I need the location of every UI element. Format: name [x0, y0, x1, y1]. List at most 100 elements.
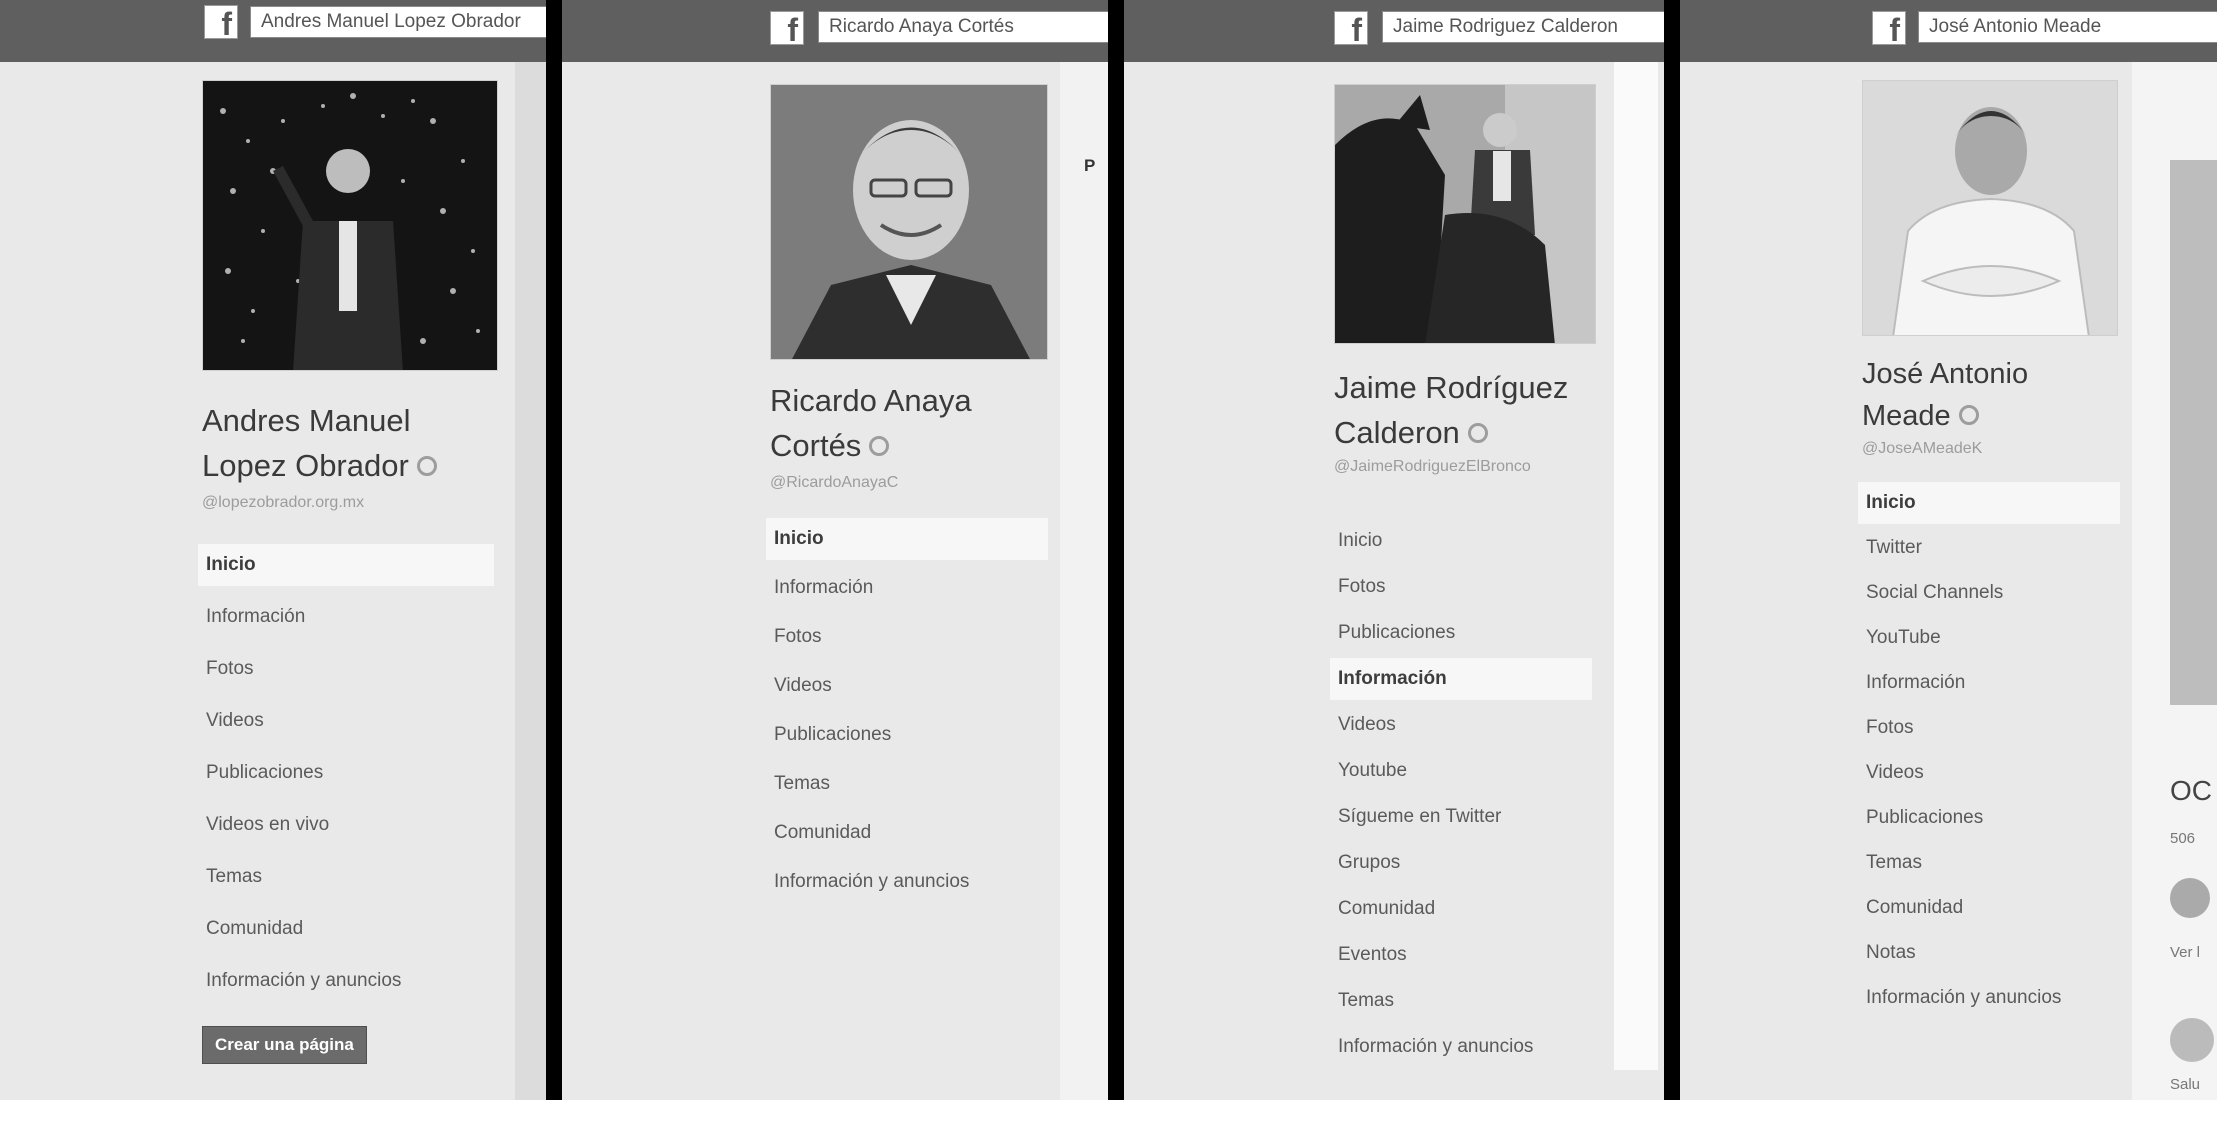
menu-item-inicio[interactable]: Inicio [1330, 520, 1382, 562]
panel-divider [1108, 0, 1124, 1100]
content-column-label: P [1084, 156, 1096, 175]
page-title-line2: Lopez Obrador [202, 443, 437, 488]
page-title: Jaime Rodríguez Calderon [1334, 365, 1568, 455]
menu-item-publicaciones[interactable]: Publicaciones [1858, 797, 1983, 839]
menu-item-comunidad[interactable]: Comunidad [198, 908, 303, 950]
menu-item-videos[interactable]: Videos [766, 665, 832, 707]
profile-panel-meade: f José Antonio Meade OC 506 Ver l Salu J… [1680, 0, 2217, 1100]
search-input[interactable]: Andres Manuel Lopez Obrador [250, 6, 546, 38]
content-link[interactable]: Ver l [2170, 944, 2200, 961]
facebook-top-bar: f Andres Manuel Lopez Obrador [0, 0, 546, 62]
menu-item-fotos[interactable]: Fotos [1858, 707, 1914, 749]
page-handle[interactable]: @RicardoAnayaC [770, 472, 898, 494]
menu-item-informacion-y-anuncios[interactable]: Información y anuncios [198, 960, 401, 1002]
menu-item-comunidad[interactable]: Comunidad [1330, 888, 1435, 930]
page-title: José Antonio Meade [1862, 353, 2028, 437]
menu-item-informacion-y-anuncios[interactable]: Información y anuncios [766, 861, 969, 903]
page-title: Ricardo Anaya Cortés [770, 378, 972, 468]
menu-item-informacion[interactable]: Información [1858, 662, 1965, 704]
page-title-line2: Meade [1862, 395, 2028, 437]
menu-item-temas[interactable]: Temas [766, 763, 830, 805]
create-page-button[interactable]: Crear una página [202, 1026, 367, 1064]
page-title-line1: Ricardo Anaya [770, 383, 972, 418]
menu-item-informacion[interactable]: Información [198, 596, 305, 638]
profile-photo[interactable] [770, 84, 1048, 360]
menu-item-social-channels[interactable]: Social Channels [1858, 572, 2003, 614]
page-handle[interactable]: @JaimeRodriguezElBronco [1334, 456, 1589, 478]
content-heading: OC [2170, 775, 2212, 806]
horse-rider-image [1335, 85, 1595, 343]
menu-item-comunidad[interactable]: Comunidad [766, 812, 871, 854]
content-column-edge [515, 62, 546, 1100]
menu-item-inicio[interactable]: Inicio [198, 544, 494, 586]
content-column [1060, 62, 1108, 1100]
profile-photo[interactable] [202, 80, 498, 371]
verified-badge-icon [1958, 405, 1979, 426]
menu-item-notas[interactable]: Notas [1858, 932, 1916, 974]
menu-item-fotos[interactable]: Fotos [1330, 566, 1386, 608]
profile-photo[interactable] [1862, 80, 2118, 336]
menu-item-comunidad[interactable]: Comunidad [1858, 887, 1963, 929]
search-input[interactable]: José Antonio Meade [1918, 11, 2217, 43]
menu-item-youtube[interactable]: Youtube [1330, 750, 1407, 792]
facebook-logo-icon[interactable]: f [204, 5, 238, 40]
content-column [1614, 62, 1658, 1070]
page-title: Andres Manuel Lopez Obrador [202, 398, 437, 488]
menu-item-publicaciones[interactable]: Publicaciones [198, 752, 323, 794]
menu-item-fotos[interactable]: Fotos [766, 616, 822, 658]
facebook-top-bar: f José Antonio Meade [1680, 0, 2217, 62]
page-title-line1: Andres Manuel [202, 403, 411, 438]
menu-item-publicaciones[interactable]: Publicaciones [1330, 612, 1455, 654]
page-title-line1: Jaime Rodríguez [1334, 370, 1569, 405]
profile-panel-rodriguez: f Jaime Rodriguez Calderon Jaime Rodrígu… [1124, 0, 1664, 1100]
menu-item-videos[interactable]: Videos [1330, 704, 1396, 746]
facebook-top-bar: f Ricardo Anaya Cortés [562, 0, 1108, 62]
verified-badge-icon [1467, 422, 1488, 443]
portrait-image [1863, 81, 2117, 335]
menu-item-youtube[interactable]: YouTube [1858, 617, 1941, 659]
menu-item-temas[interactable]: Temas [1330, 980, 1394, 1022]
profile-panel-lopez-obrador: f Andres Manuel Lopez Obrador Andres Man… [0, 0, 546, 1100]
profile-panel-anaya: f Ricardo Anaya Cortés P Ricardo Anaya C… [562, 0, 1108, 1100]
verified-badge-icon [416, 455, 437, 476]
panel-divider [546, 0, 562, 1100]
content-text: Salu [2170, 1076, 2201, 1093]
page-title-line1: José Antonio [1862, 358, 2029, 390]
menu-item-fotos[interactable]: Fotos [198, 648, 254, 690]
menu-item-temas[interactable]: Temas [1858, 842, 1922, 884]
facebook-logo-icon[interactable]: f [1872, 11, 1906, 46]
menu-item-videos-en-vivo[interactable]: Videos en vivo [198, 804, 329, 846]
portrait-image [771, 85, 1047, 359]
search-input[interactable]: Ricardo Anaya Cortés [818, 11, 1108, 43]
panel-divider [1664, 0, 1680, 1100]
content-count: 506 [2170, 830, 2196, 847]
confetti-stage-image [203, 81, 497, 370]
menu-item-eventos[interactable]: Eventos [1330, 934, 1407, 976]
menu-item-informacion-y-anuncios[interactable]: Información y anuncios [1858, 977, 2061, 1019]
menu-item-informacion[interactable]: Información [1330, 658, 1592, 700]
facebook-logo-icon[interactable]: f [770, 11, 804, 46]
menu-item-twitter[interactable]: Twitter [1858, 527, 1922, 569]
profile-photo[interactable] [1334, 84, 1596, 344]
content-avatar [2170, 878, 2210, 918]
menu-item-temas[interactable]: Temas [198, 856, 262, 898]
menu-item-publicaciones[interactable]: Publicaciones [766, 714, 891, 756]
page-title-line2: Calderon [1334, 410, 1568, 455]
menu-item-informacion-y-anuncios[interactable]: Información y anuncios [1330, 1026, 1533, 1068]
facebook-logo-icon[interactable]: f [1334, 11, 1368, 46]
menu-item-inicio[interactable]: Inicio [766, 518, 1048, 560]
menu-item-videos[interactable]: Videos [198, 700, 264, 742]
content-dark-image [2170, 160, 2217, 705]
verified-badge-icon [869, 435, 890, 456]
menu-item-twitter[interactable]: Sígueme en Twitter [1330, 796, 1501, 838]
page-handle[interactable]: @lopezobrador.org.mx [202, 492, 364, 514]
facebook-top-bar: f Jaime Rodriguez Calderon [1124, 0, 1664, 62]
menu-item-informacion[interactable]: Información [766, 567, 873, 609]
page-title-line2: Cortés [770, 423, 972, 468]
menu-item-inicio[interactable]: Inicio [1858, 482, 2120, 524]
search-input[interactable]: Jaime Rodriguez Calderon [1382, 11, 1664, 43]
menu-item-videos[interactable]: Videos [1858, 752, 1924, 794]
content-avatar-2 [2170, 1018, 2214, 1062]
page-handle[interactable]: @JoseAMeadeK [1862, 438, 1982, 460]
menu-item-grupos[interactable]: Grupos [1330, 842, 1400, 884]
